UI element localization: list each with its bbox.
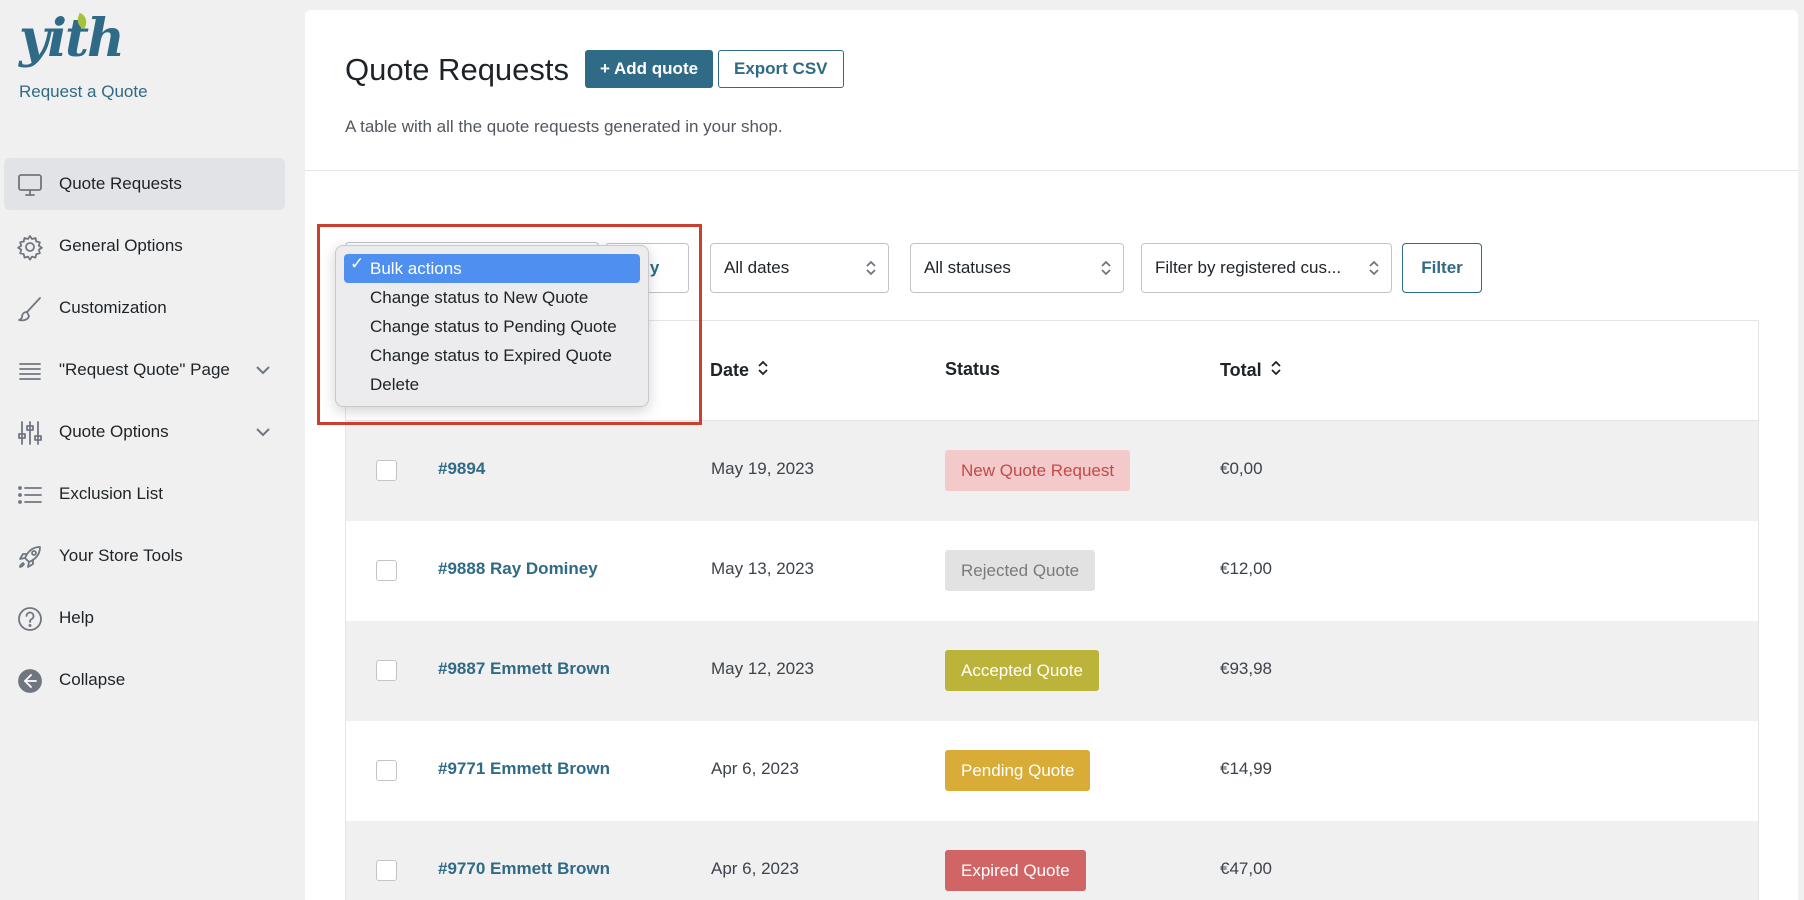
order-total: €0,00 <box>1220 459 1263 478</box>
sidebar-item-label: General Options <box>59 236 183 255</box>
add-quote-button[interactable]: + Add quote <box>585 50 714 88</box>
list-icon <box>16 481 44 509</box>
date-filter-select[interactable]: All dates <box>710 243 889 293</box>
monitor-icon <box>16 171 44 199</box>
order-total: €12,00 <box>1220 559 1272 578</box>
brush-icon <box>16 295 44 323</box>
row-checkbox[interactable] <box>376 760 397 781</box>
status-badge: Expired Quote <box>945 850 1086 891</box>
order-date: May 13, 2023 <box>711 559 815 578</box>
order-link[interactable]: #9888 Ray Dominey <box>438 559 598 579</box>
filter-button[interactable]: Filter <box>1402 243 1482 293</box>
customer-filter-value: Filter by registered cus... <box>1155 258 1342 277</box>
sidebar-item-customization[interactable]: Customization <box>4 282 285 334</box>
row-checkbox[interactable] <box>376 460 397 481</box>
rocket-icon <box>16 543 44 571</box>
sidebar-item-label: Customization <box>59 298 167 317</box>
order-link[interactable]: #9887 Emmett Brown <box>438 659 610 679</box>
highlight-annotation-box <box>317 224 702 425</box>
collapse-icon <box>16 667 44 695</box>
column-label: Total <box>1220 360 1262 380</box>
order-link[interactable]: #9894 <box>438 459 485 479</box>
column-label: Status <box>945 359 1001 379</box>
table-row: #9894 May 19, 2023 New Quote Request €0,… <box>346 421 1758 521</box>
sliders-icon <box>16 419 44 447</box>
table-row: #9888 Ray Dominey May 13, 2023 Rejected … <box>346 521 1758 621</box>
main-panel: Quote Requests + Add quote Export CSV A … <box>305 10 1798 900</box>
row-checkbox[interactable] <box>376 560 397 581</box>
status-badge: Accepted Quote <box>945 650 1099 691</box>
chevron-down-icon[interactable] <box>253 422 273 442</box>
status-badge: Rejected Quote <box>945 550 1096 591</box>
column-header-status: Status <box>945 359 1000 380</box>
export-csv-button[interactable]: Export CSV <box>718 50 844 88</box>
status-filter-value: All statuses <box>924 258 1011 277</box>
sidebar-item-label: Help <box>59 608 94 627</box>
sidebar-item-store-tools[interactable]: Your Store Tools <box>4 530 285 582</box>
select-arrows-icon <box>1367 258 1381 278</box>
yith-logo: yith <box>19 8 125 69</box>
sidebar-item-help[interactable]: Help <box>4 592 285 644</box>
customer-filter-select[interactable]: Filter by registered cus... <box>1141 243 1392 293</box>
sidebar-item-label: Exclusion List <box>59 484 163 503</box>
status-filter-select[interactable]: All statuses <box>910 243 1124 293</box>
order-link[interactable]: #9770 Emmett Brown <box>438 859 610 879</box>
sidebar-item-label: "Request Quote" Page <box>59 360 230 379</box>
sidebar-nav: Quote Requests General Options Customiza… <box>4 158 285 716</box>
order-date: May 12, 2023 <box>711 659 815 678</box>
order-total: €93,98 <box>1220 659 1272 678</box>
chevron-down-icon[interactable] <box>253 360 273 380</box>
row-checkbox[interactable] <box>376 860 397 881</box>
sidebar-item-exclusion-list[interactable]: Exclusion List <box>4 468 285 520</box>
status-badge: New Quote Request <box>945 450 1131 491</box>
date-filter-value: All dates <box>724 258 790 277</box>
order-total: €47,00 <box>1220 859 1272 878</box>
order-date: Apr 6, 2023 <box>711 859 799 878</box>
logo-text: yith <box>19 8 125 69</box>
sidebar-item-quote-options[interactable]: Quote Options <box>4 406 285 458</box>
sort-icon <box>1270 359 1282 382</box>
order-link[interactable]: #9771 Emmett Brown <box>438 759 610 779</box>
select-arrows-icon <box>864 258 878 278</box>
column-header-total[interactable]: Total <box>1220 359 1282 382</box>
sidebar-item-label: Your Store Tools <box>59 546 183 565</box>
sidebar-item-general-options[interactable]: General Options <box>4 220 285 272</box>
gear-icon <box>16 233 44 261</box>
sidebar-item-request-quote-page[interactable]: "Request Quote" Page <box>4 344 285 396</box>
column-label: Date <box>710 360 750 380</box>
order-total: €14,99 <box>1220 759 1272 778</box>
status-badge: Pending Quote <box>945 750 1091 791</box>
plugin-name: Request a Quote <box>19 82 148 101</box>
select-arrows-icon <box>1099 258 1113 278</box>
layers-icon <box>16 357 44 385</box>
table-row: #9770 Emmett Brown Apr 6, 2023 Expired Q… <box>346 821 1758 900</box>
page-description: A table with all the quote requests gene… <box>345 117 783 136</box>
sidebar-item-label: Quote Options <box>59 422 169 441</box>
order-date: May 19, 2023 <box>711 459 815 478</box>
sidebar-item-quote-requests[interactable]: Quote Requests <box>4 158 285 210</box>
table-row: #9771 Emmett Brown Apr 6, 2023 Pending Q… <box>346 721 1758 821</box>
row-checkbox[interactable] <box>376 660 397 681</box>
column-header-date[interactable]: Date <box>710 359 769 382</box>
order-date: Apr 6, 2023 <box>711 759 799 778</box>
header-divider <box>305 170 1798 171</box>
table-row: #9887 Emmett Brown May 12, 2023 Accepted… <box>346 621 1758 721</box>
sidebar: yith Request a Quote Quote Requests Gene… <box>0 0 304 900</box>
sidebar-item-collapse[interactable]: Collapse <box>4 654 285 706</box>
sidebar-item-label: Quote Requests <box>59 174 182 193</box>
help-icon <box>16 605 44 633</box>
sidebar-item-label: Collapse <box>59 670 126 689</box>
sort-icon <box>757 359 769 382</box>
page-title: Quote Requests <box>345 52 570 87</box>
